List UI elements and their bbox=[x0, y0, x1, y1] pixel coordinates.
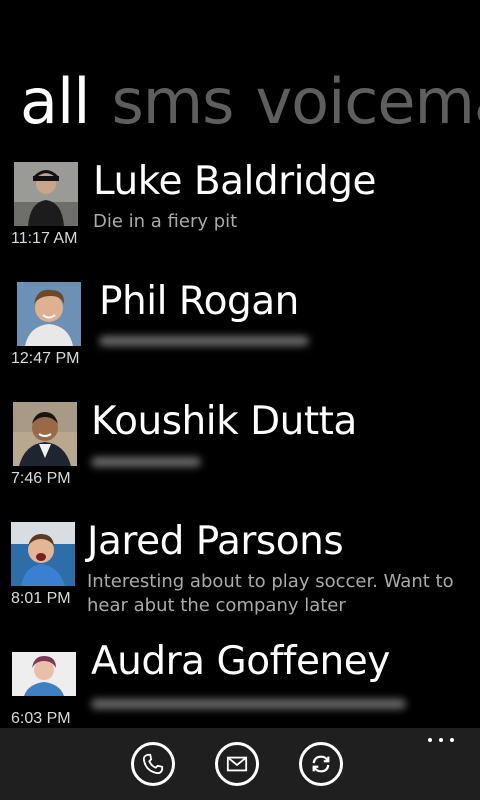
more-options-button[interactable] bbox=[428, 734, 458, 744]
sync-button[interactable] bbox=[299, 742, 343, 786]
message-preview-redacted bbox=[91, 696, 406, 712]
message-item[interactable]: 7:46 PM Koushik Dutta bbox=[0, 400, 480, 518]
redacted-bar bbox=[91, 457, 201, 467]
message-time: 8:01 PM bbox=[11, 590, 71, 607]
message-preview: Die in a fiery pit bbox=[93, 211, 238, 232]
avatar bbox=[12, 652, 76, 696]
ellipsis-dot bbox=[439, 738, 443, 742]
avatar bbox=[14, 162, 78, 226]
avatar bbox=[13, 402, 77, 466]
call-button[interactable] bbox=[131, 742, 175, 786]
contact-name: Jared Parsons bbox=[87, 519, 344, 564]
avatar-image bbox=[13, 402, 77, 466]
message-time: 12:47 PM bbox=[11, 350, 80, 367]
mail-icon bbox=[226, 756, 248, 772]
avatar-image bbox=[17, 282, 81, 346]
message-time: 7:46 PM bbox=[11, 470, 71, 487]
avatar bbox=[11, 522, 75, 586]
contact-name: Luke Baldridge bbox=[93, 159, 376, 204]
contact-name: Koushik Dutta bbox=[91, 399, 357, 444]
phone-icon bbox=[142, 753, 164, 775]
avatar-image bbox=[11, 522, 75, 586]
message-preview-redacted bbox=[99, 332, 309, 350]
pivot-tab-sms[interactable]: sms bbox=[111, 64, 234, 140]
message-time: 11:17 AM bbox=[11, 230, 78, 247]
message-preview-redacted bbox=[91, 454, 201, 470]
sync-icon bbox=[312, 755, 330, 773]
ellipsis-dot bbox=[428, 738, 432, 742]
avatar bbox=[17, 282, 81, 346]
message-item[interactable]: 8:01 PM Jared Parsons Interesting about … bbox=[0, 520, 480, 638]
avatar-image bbox=[14, 162, 78, 226]
redacted-bar bbox=[91, 699, 406, 709]
compose-message-button[interactable] bbox=[215, 742, 259, 786]
ellipsis-dot bbox=[450, 738, 454, 742]
redacted-bar bbox=[99, 336, 309, 346]
pivot-tab-all[interactable]: all bbox=[20, 64, 90, 140]
message-item[interactable]: 11:17 AM Luke Baldridge Die in a fiery p… bbox=[0, 160, 480, 278]
contact-name: Phil Rogan bbox=[99, 279, 299, 324]
pivot-header: allsms voicemail bbox=[20, 64, 480, 140]
app-bar bbox=[0, 728, 480, 800]
contact-name: Audra Goffeney bbox=[91, 639, 390, 684]
message-preview: Interesting about to play soccer. Want t… bbox=[87, 571, 454, 616]
pivot-tab-voicemail[interactable]: voicemail bbox=[255, 64, 480, 140]
avatar-image bbox=[12, 652, 76, 696]
message-item[interactable]: 12:47 PM Phil Rogan bbox=[0, 280, 480, 398]
message-time: 6:03 PM bbox=[11, 710, 71, 727]
